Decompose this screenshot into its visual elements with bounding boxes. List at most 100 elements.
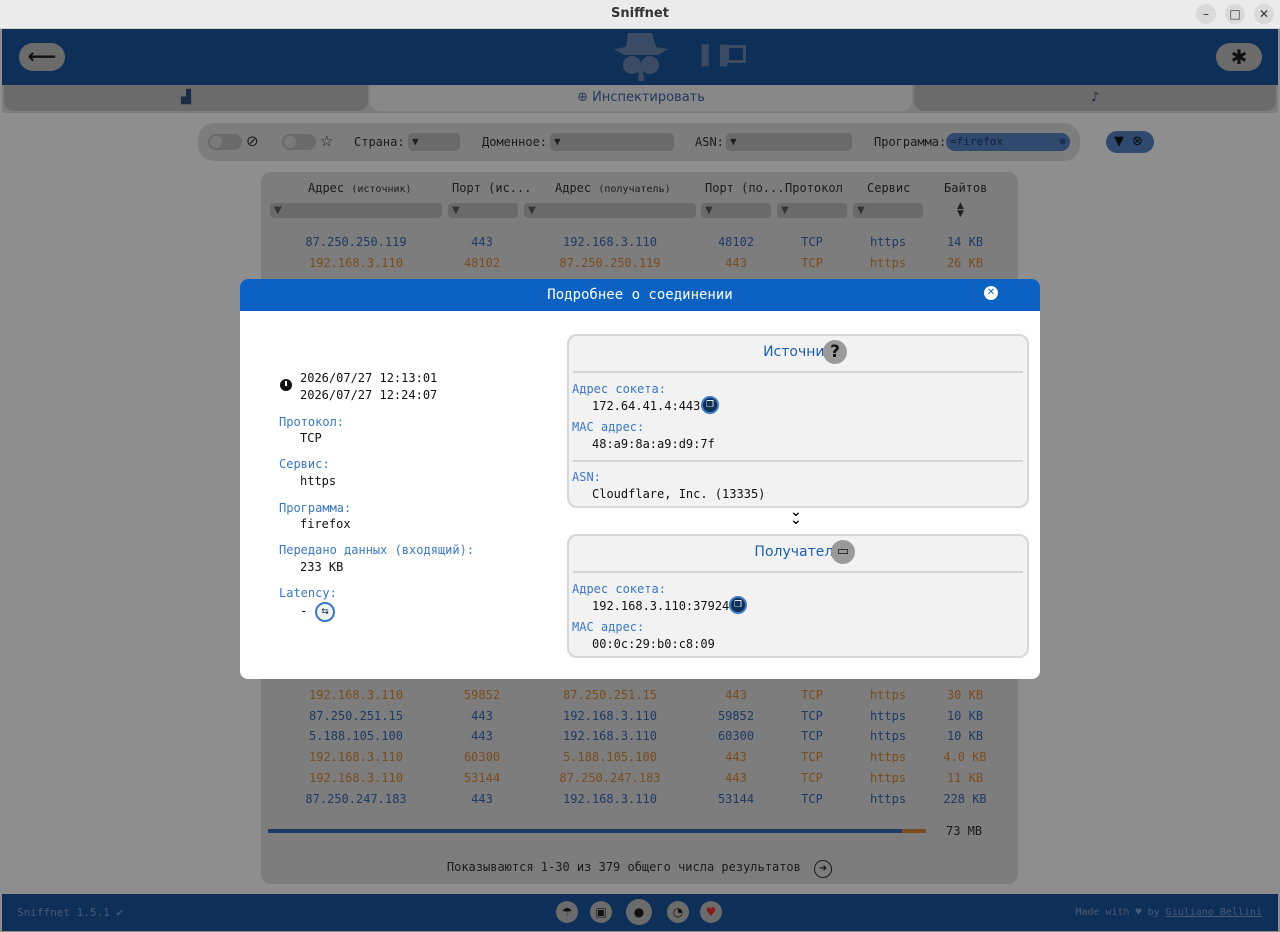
table-cell: 11 KB [946,770,984,785]
col-src-port[interactable]: Порт (ис... [452,181,531,195]
thumbnail-icon[interactable] [726,45,746,63]
program-filter-value: =firefox [950,135,1003,148]
asn-filter-input[interactable]: ▼ [726,133,852,151]
modal-header: Подробнее о соединении ✕ [240,279,1040,311]
filter-protocol[interactable]: ▼ [777,203,847,218]
website-icon[interactable]: ☂ [556,901,578,923]
table-cell: 10 KB [946,729,984,744]
table-cell: 192.168.3.110 [309,688,403,702]
col-dst-port[interactable]: Порт (по... [705,181,784,195]
table-cell: https [869,791,907,806]
author-link[interactable]: Giuliano Bellini [1166,907,1262,918]
table-cell: 87.250.251.15 [563,688,657,702]
table-cell: 60300 [717,729,755,744]
copy-icon[interactable]: ❐ [729,596,747,614]
next-page-icon[interactable]: ➜ [814,860,833,878]
blocked-icon: ⊘ [246,132,259,150]
data-value: 233 KB [300,560,344,574]
back-arrow-icon[interactable]: ⟵ [19,43,65,71]
table-cell: 87.250.250.119 [305,235,407,249]
asn-filter-label: ASN: [695,135,724,149]
table-cell: 228 KB [943,791,987,806]
maximize-icon[interactable]: □ [1225,4,1245,24]
tab-inspect[interactable]: ⊕ Инспектировать [370,85,912,111]
bell-icon: ♪ [1090,90,1100,105]
outgoing-share [902,829,926,833]
settings-icon[interactable]: ✱ [1216,43,1262,71]
table-cell: TCP [801,255,823,270]
col-dst-address[interactable]: Адрес (получатель) [555,181,671,195]
table-cell: 443 [471,791,493,806]
source-socket-label: Адрес сокета: [572,382,666,396]
program-filter-label: Программа: [874,135,947,149]
table-row[interactable]: 87.250.250.119 443 192.168.3.110 48102 TCP ht… [261,232,1018,252]
copy-icon[interactable]: ❐ [701,396,719,414]
table-cell: https [869,770,907,785]
table-cell: TCP [801,750,823,765]
table-cell: https [869,688,907,702]
col-protocol[interactable]: Протокол [785,181,843,195]
divider [573,460,1023,462]
program-filter-input[interactable]: =firefox ⊗ [946,133,1070,151]
table-cell: https [869,750,907,765]
table-row[interactable]: 192.168.3.110 53144 87.250.247.183 443 TCP ht… [261,768,1018,788]
table-cell: 192.168.3.110 [309,750,403,765]
clear-program-filter-icon[interactable]: ⊗ [1059,133,1066,151]
tab-bar: ▟ ⊕ Инспектировать ♪ [2,85,1278,113]
book-icon[interactable]: ▣ [590,901,612,923]
time-start: 2026/07/27 12:13:01 [300,371,438,385]
table-row[interactable]: 87.250.251.15 443 192.168.3.110 59852 TCP htt… [261,706,1018,726]
table-cell: 4.0 KB [943,750,987,765]
filter-src-address[interactable]: ▼ [270,203,442,218]
filter-service[interactable]: ▼ [853,203,923,218]
col-bytes[interactable]: Байтов [944,181,987,195]
tab-overview[interactable]: ▟ [4,85,368,111]
table-row[interactable]: 192.168.3.110 48102 87.250.250.119 443 TCP ht… [261,253,1018,273]
window-titlebar: Sniffnet – □ ✕ [0,0,1280,29]
sort-bytes-icon[interactable]: ▲ ▼ [957,202,964,219]
destination-mac-value: 00:0c:29:b0:c8:09 [592,637,715,651]
filter-dst-port[interactable]: ▼ [701,203,771,218]
col-service[interactable]: Сервис [867,181,910,195]
github-icon[interactable]: ● [626,899,652,925]
table-cell: 53144 [463,770,501,785]
filter-src-port[interactable]: ▼ [448,203,518,218]
rss-icon[interactable]: ◔ [667,901,689,923]
destination-socket-label: Адрес сокета: [572,582,666,596]
domain-filter-input[interactable]: ▼ [550,133,674,151]
table-cell: 26 KB [946,255,984,270]
filter-dst-address[interactable]: ▼ [524,203,696,218]
destination-mac-label: MAC адрес: [572,620,645,634]
heart-icon[interactable]: ♥ [700,901,722,923]
country-filter-input[interactable]: ▼ [408,133,460,151]
table-cell: 5.188.105.100 [563,750,657,765]
close-icon[interactable]: ✕ [984,286,998,300]
col-src-address[interactable]: Адрес (источник) [308,181,412,195]
table-row[interactable]: 192.168.3.110 60300 5.188.105.100 443 TCP htt… [261,747,1018,767]
tab-notifications[interactable]: ♪ [914,85,1276,111]
program-value: firefox [300,517,351,531]
table-row[interactable]: 87.250.247.183 443 192.168.3.110 53144 TCP ht… [261,789,1018,809]
table-cell: TCP [801,688,823,702]
modal-title: Подробнее о соединении [547,287,733,303]
service-label: Сервис: [279,457,330,471]
clear-filters-icon[interactable]: ⊗ [1132,134,1143,149]
table-cell: TCP [801,791,823,806]
table-cell: 87.250.247.183 [305,791,407,806]
protocol-label: Протокол: [279,415,345,429]
close-window-icon[interactable]: ✕ [1254,4,1274,24]
table-cell: 192.168.3.110 [563,708,657,723]
filter-toggle-button[interactable]: ▼ ⊗ [1106,131,1154,153]
tab-inspect-label: Инспектировать [592,90,705,105]
made-by: Made with ♥ by Giuliano Bellini [1075,907,1262,918]
minimize-icon[interactable]: – [1196,4,1216,24]
protocol-value: TCP [300,431,322,445]
latency-icon[interactable]: ⇆ [315,602,335,622]
service-value: https [300,474,337,488]
table-row[interactable]: 192.168.3.110 59852 87.250.251.15 443 TCP htt… [261,685,1018,705]
table-row[interactable]: 5.188.105.100 443 192.168.3.110 60300 TCP htt… [261,726,1018,746]
favorite-toggle[interactable] [282,134,316,150]
latency-label: Latency: [279,586,337,600]
table-cell: 5.188.105.100 [309,729,403,744]
blocked-toggle[interactable] [208,134,242,150]
